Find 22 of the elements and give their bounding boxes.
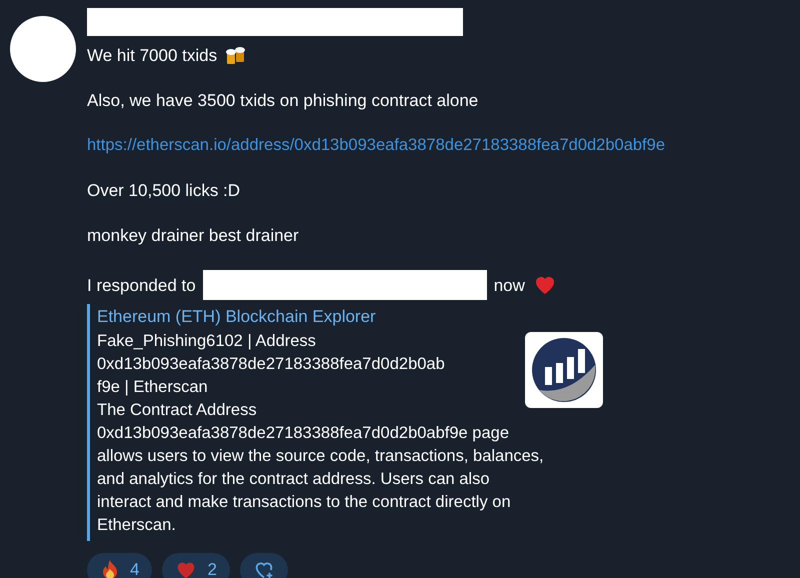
preview-description: interact and make transactions to the contract directly on (97, 492, 512, 513)
beer-mugs-icon (225, 46, 248, 66)
reaction-button[interactable]: 2 (162, 553, 230, 578)
message-text: Also, we have 3500 txids on phishing contract alone (87, 90, 478, 111)
preview-title: f9e | Etherscan (97, 377, 209, 398)
message-text: Over 10,500 licks :D (87, 180, 240, 201)
preview-description: Etherscan. (97, 515, 177, 536)
preview-site-name: Ethereum (ETH) Blockchain Explorer (97, 306, 377, 328)
fire-icon (100, 559, 120, 578)
etherscan-link[interactable]: https://etherscan.io/address/0xd13b093eafa3878de27183388fea7d0d2b0abf9e (87, 135, 665, 156)
preview-title: Fake_Phishing6102 | Address (97, 331, 317, 352)
preview-description: 0xd13b093eafa3878de27183388fea7d0d2b0abf9e page (97, 423, 510, 444)
preview-description: allows users to view the source code, transactions, balances, (97, 446, 545, 467)
message-text: I responded to (87, 274, 196, 296)
reaction-button[interactable] (240, 553, 288, 578)
message-text: We hit 7000 txids (87, 45, 218, 66)
message-text: monkey drainer best drainer (87, 225, 299, 246)
reaction-button[interactable]: 4 (87, 553, 152, 578)
message-text: now (494, 274, 525, 296)
preview-title: 0xd13b093eafa3878de27183388fea7d0d2b0ab (97, 354, 446, 375)
preview-description: The Contract Address (97, 400, 258, 421)
preview-description: and analytics for the contract address. Users can also (97, 469, 491, 490)
